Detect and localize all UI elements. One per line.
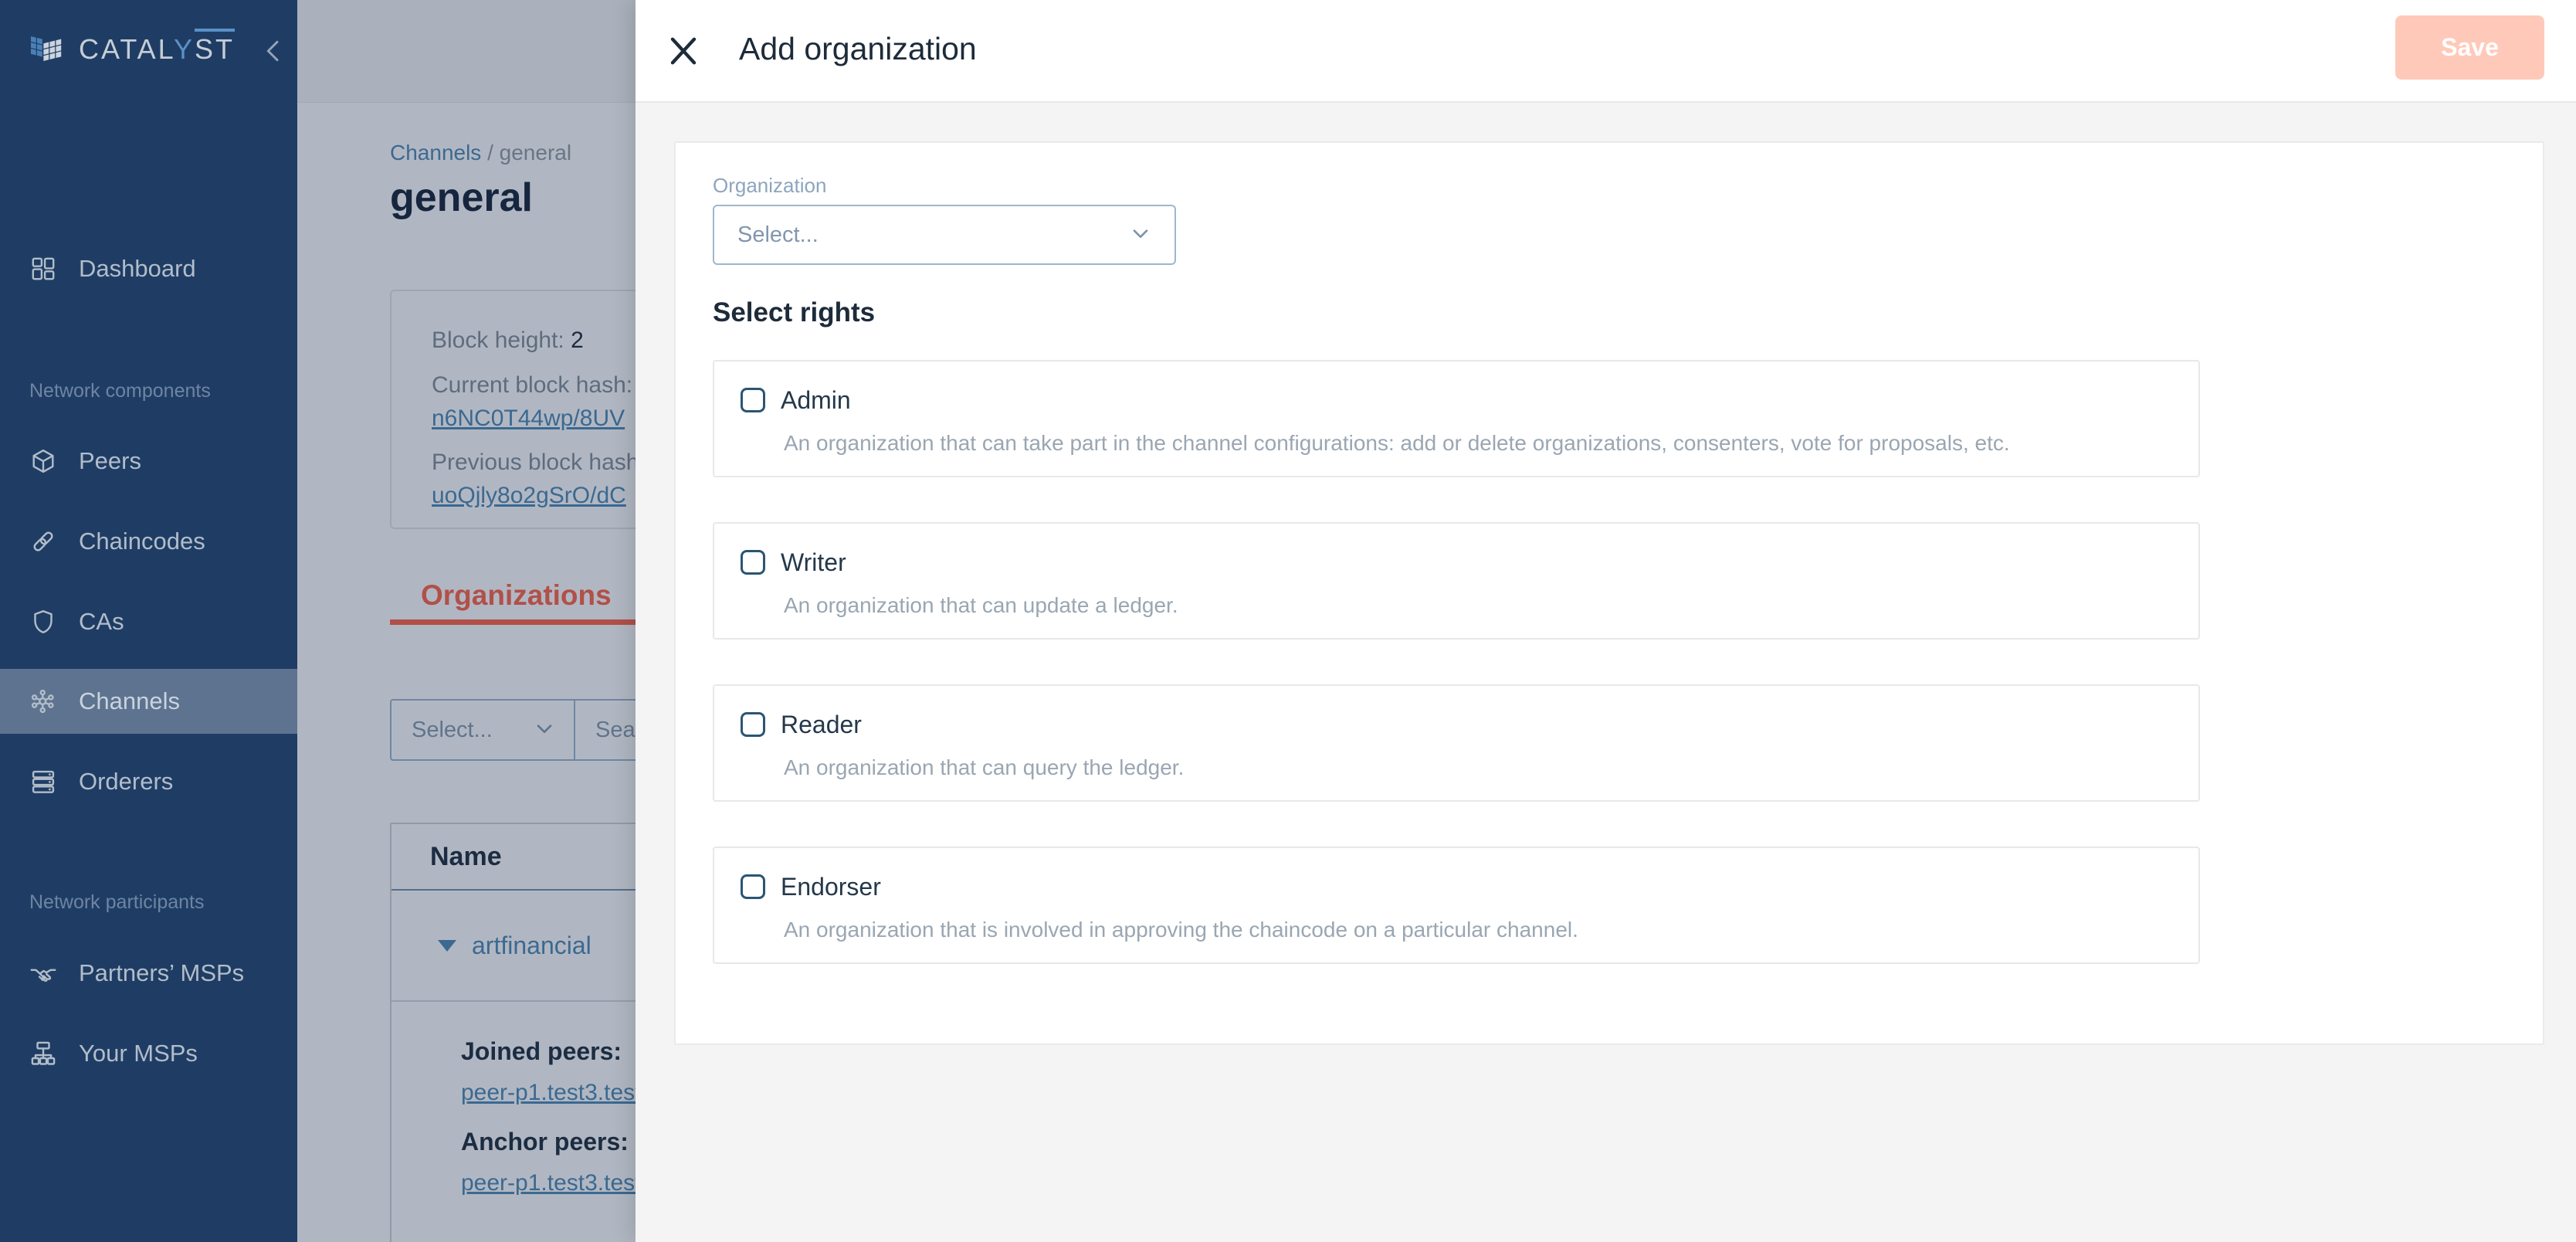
reader-checkbox[interactable] [741, 712, 765, 737]
add-organization-form: Organization Select... Select rights Adm… [674, 141, 2544, 1045]
shield-icon [29, 608, 57, 636]
right-description: An organization that can query the ledge… [784, 755, 1184, 780]
right-description: An organization that is involved in appr… [784, 918, 1578, 942]
modal-title: Add organization [739, 31, 977, 67]
sidebar-item-label: Peers [79, 447, 141, 475]
endorser-checkbox[interactable] [741, 874, 765, 899]
select-rights-heading: Select rights [713, 297, 875, 328]
peers-cube-icon [29, 447, 57, 475]
right-card-writer: Writer An organization that can update a… [713, 522, 2200, 640]
right-name: Admin [781, 386, 851, 415]
organization-select[interactable]: Select... [713, 205, 1176, 265]
sidebar-section-network-participants: Network participants [29, 891, 204, 914]
right-description: An organization that can update a ledger… [784, 593, 1178, 618]
dashboard-icon [29, 255, 57, 283]
sidebar-item-label: Partners’ MSPs [79, 959, 244, 987]
right-name: Reader [781, 711, 862, 739]
modal-header: Add organization Save [636, 0, 2576, 103]
right-name: Endorser [781, 873, 881, 901]
close-icon[interactable] [665, 32, 702, 70]
sidebar-item-label: Orderers [79, 768, 173, 796]
admin-checkbox[interactable] [741, 388, 765, 412]
save-button[interactable]: Save [2395, 15, 2544, 80]
sidebar-item-chaincodes[interactable]: Chaincodes [0, 509, 297, 574]
sidebar-item-partners-msps[interactable]: Partners’ MSPs [0, 941, 297, 1006]
sidebar-item-label: Chaincodes [79, 528, 205, 555]
sidebar-item-peers[interactable]: Peers [0, 429, 297, 494]
sidebar: CATALYST Dashboard Network components Pe… [0, 0, 297, 1242]
chaincodes-link-icon [29, 528, 57, 555]
brand-name: CATALYST [79, 33, 235, 66]
right-card-endorser: Endorser An organization that is involve… [713, 847, 2200, 964]
add-organization-modal: Add organization Save Organization Selec… [636, 0, 2576, 1242]
right-card-reader: Reader An organization that can query th… [713, 684, 2200, 802]
chevron-down-icon [1128, 221, 1153, 249]
app-logo: CATALYST [28, 31, 235, 68]
sidebar-section-network-components: Network components [29, 380, 211, 402]
sidebar-item-label: Your MSPs [79, 1040, 198, 1067]
sidebar-item-dashboard[interactable]: Dashboard [0, 236, 297, 301]
sidebar-item-orderers[interactable]: Orderers [0, 749, 297, 814]
sidebar-item-label: Channels [79, 687, 180, 715]
sitemap-icon [29, 1040, 57, 1067]
organization-select-value: Select... [737, 222, 819, 248]
sidebar-item-channels[interactable]: Channels [0, 669, 297, 734]
organization-field-label: Organization [713, 174, 826, 198]
orderers-stack-icon [29, 768, 57, 796]
right-name: Writer [781, 548, 846, 577]
writer-checkbox[interactable] [741, 550, 765, 575]
handshake-icon [29, 959, 57, 987]
right-card-admin: Admin An organization that can take part… [713, 360, 2200, 477]
catalyst-cube-icon [28, 31, 65, 68]
sidebar-item-cas[interactable]: CAs [0, 589, 297, 654]
sidebar-item-label: Dashboard [79, 255, 196, 283]
right-description: An organization that can take part in th… [784, 431, 2010, 456]
sidebar-item-label: CAs [79, 608, 124, 636]
channels-hub-icon [29, 687, 57, 715]
sidebar-item-your-msps[interactable]: Your MSPs [0, 1021, 297, 1086]
sidebar-collapse-icon[interactable] [258, 36, 289, 66]
